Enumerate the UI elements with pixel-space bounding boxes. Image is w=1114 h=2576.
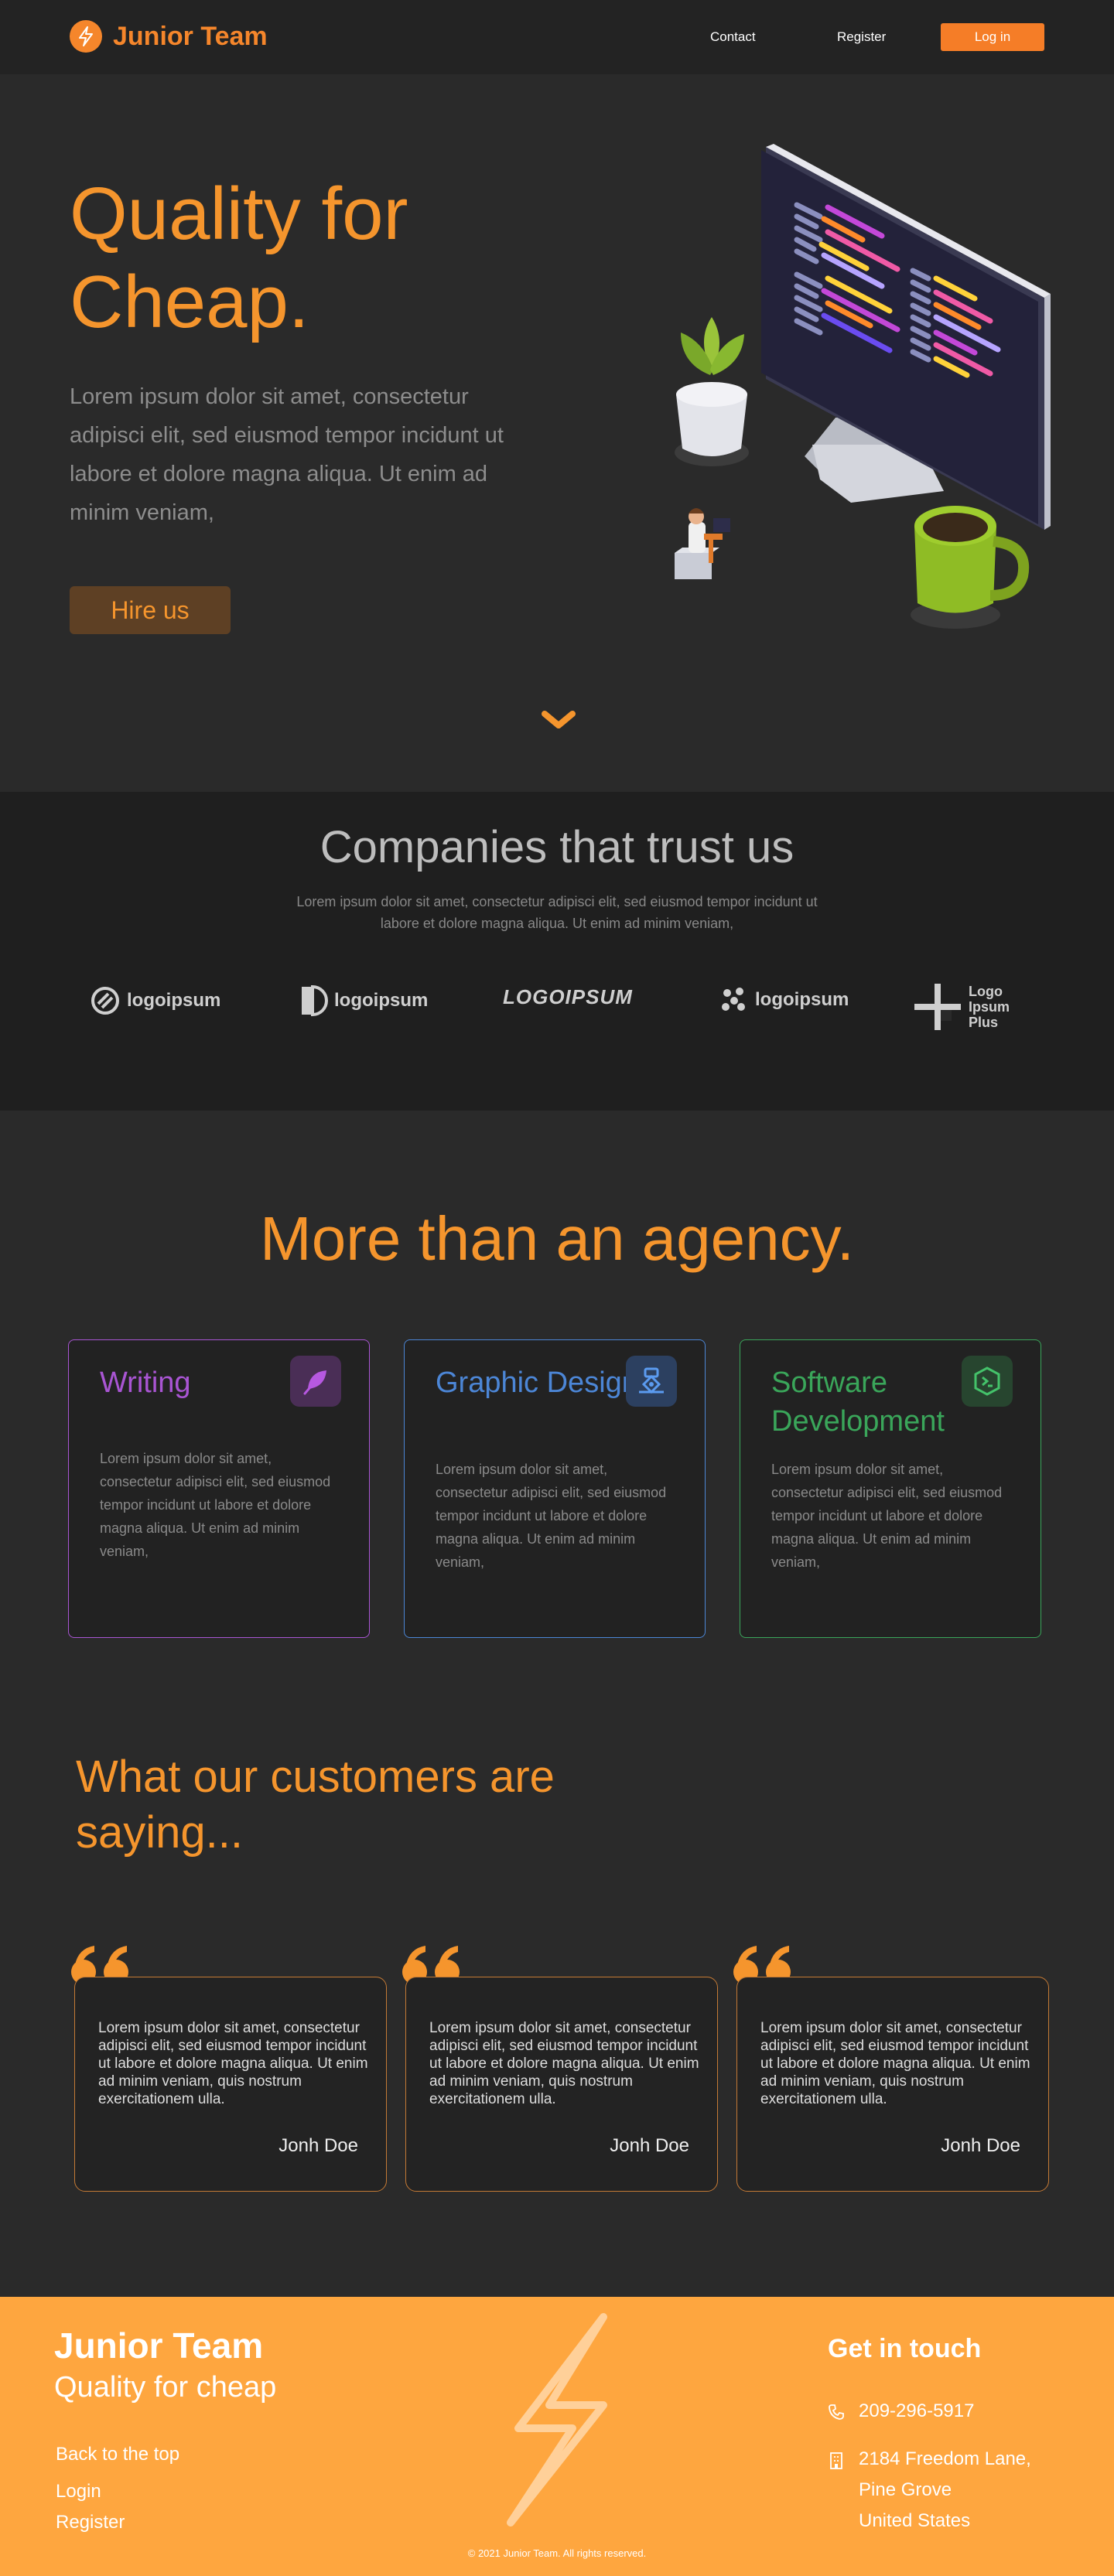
footer-address-line3: United States	[859, 2510, 971, 2531]
testimonial-text: Lorem ipsum dolor sit amet, consectetur …	[760, 2020, 1030, 2107]
service-card-title: Graphic Design	[436, 1366, 638, 1399]
agency-title: More than an agency.	[260, 1204, 854, 1273]
footer-address-line1: 2184 Freedom Lane,	[859, 2448, 1031, 2469]
brand-name: Junior Team	[113, 21, 268, 51]
login-button[interactable]: Log in	[941, 23, 1044, 51]
partner-logo-3-text: LOGOIPSUM	[503, 985, 633, 1008]
testimonials-title: What our customers are saying...	[76, 1752, 555, 1858]
pen-tool-icon	[626, 1356, 677, 1407]
testimonial-card: Lorem ipsum dolor sit amet, consectetur …	[74, 1977, 387, 2192]
hire-us-button[interactable]: Hire us	[70, 586, 231, 634]
scroll-down-chevron-icon[interactable]	[542, 710, 576, 734]
testimonial-author: Jonh Doe	[610, 2135, 689, 2156]
companies-section: Companies that trust us Lorem ipsum dolo…	[0, 792, 1114, 1111]
footer-tagline: Quality for cheap	[54, 2371, 277, 2404]
logoipsum-half-circle-icon	[302, 985, 328, 1016]
testimonial-card: Lorem ipsum dolor sit amet, consectetur …	[736, 1977, 1049, 2192]
footer-brand-name: Junior Team	[54, 2325, 264, 2366]
footer: Junior Team Quality for cheap Back to th…	[0, 2297, 1114, 2576]
logoipsum-circle-icon	[91, 987, 119, 1015]
footer-back-to-top-link[interactable]: Back to the top	[56, 2444, 179, 2465]
footer-register-link[interactable]: Register	[56, 2512, 125, 2533]
partner-logo-1-text: logoipsum	[127, 990, 221, 1011]
testimonial-text: Lorem ipsum dolor sit amet, consectetur …	[429, 2020, 699, 2107]
partner-logo-3: LOGOIPSUM	[503, 985, 633, 1009]
hero-title: Quality for Cheap.	[70, 170, 408, 346]
partner-logo-5: Logo Ipsum Plus	[913, 982, 1023, 1032]
top-navbar: Junior Team Contact Register Log in	[0, 0, 1114, 74]
hero-title-line1: Quality for	[70, 172, 408, 255]
footer-login-link[interactable]: Login	[56, 2481, 101, 2503]
partner-logo-1: logoipsum	[90, 985, 220, 1016]
lightning-icon	[70, 20, 102, 53]
footer-address: 2184 Freedom Lane, Pine Grove United Sta…	[859, 2444, 1031, 2537]
feather-icon	[290, 1356, 341, 1407]
service-card-graphic-design[interactable]: Graphic Design Lorem ipsum dolor sit ame…	[404, 1339, 706, 1638]
hero-title-line2: Cheap.	[70, 261, 309, 343]
service-card-text: Lorem ipsum dolor sit amet, consectetur …	[436, 1462, 667, 1570]
logoipsum-dots-icon	[722, 988, 745, 1011]
nav-contact-link[interactable]: Contact	[710, 29, 756, 45]
testimonial-card: Lorem ipsum dolor sit amet, consectetur …	[405, 1977, 718, 2192]
footer-phone[interactable]: 209-296-5917	[859, 2396, 974, 2427]
logo-ipsum-plus-icon	[914, 984, 961, 1030]
testimonial-text: Lorem ipsum dolor sit amet, consectetur …	[98, 2020, 368, 2107]
service-card-software-development[interactable]: Software Development Lorem ipsum dolor s…	[740, 1339, 1041, 1638]
developer-illustration	[675, 144, 1051, 629]
nav-register-link[interactable]: Register	[837, 29, 886, 45]
companies-description: Lorem ipsum dolor sit amet, consectetur …	[296, 894, 818, 931]
building-icon	[830, 2452, 842, 2469]
hero-description: Lorem ipsum dolor sit amet, consectetur …	[70, 384, 504, 525]
footer-address-line2: Pine Grove	[859, 2479, 952, 2500]
service-card-text: Lorem ipsum dolor sit amet, consectetur …	[771, 1462, 1003, 1570]
partner-logo-2-text: logoipsum	[334, 990, 429, 1011]
partner-logo-2: logoipsum	[300, 985, 428, 1016]
partner-logo-4: logoipsum	[719, 985, 849, 1015]
phone-icon	[829, 2404, 844, 2420]
partner-logo-5-text: Logo Ipsum Plus	[969, 984, 1010, 1030]
lightning-bolt-icon	[507, 2313, 607, 2527]
code-hexagon-icon	[962, 1356, 1013, 1407]
service-card-writing[interactable]: Writing Lorem ipsum dolor sit amet, cons…	[68, 1339, 370, 1638]
testimonial-author: Jonh Doe	[941, 2135, 1020, 2156]
footer-copyright: © 2021 Junior Team. All rights reserved.	[467, 2547, 647, 2559]
get-in-touch-title: Get in touch	[828, 2334, 982, 2363]
service-card-title: Writing	[100, 1366, 191, 1399]
service-card-text: Lorem ipsum dolor sit amet, consectetur …	[100, 1451, 331, 1559]
brand-logo[interactable]: Junior Team	[70, 20, 268, 53]
partner-logo-4-text: logoipsum	[755, 989, 849, 1010]
companies-title: Companies that trust us	[320, 822, 794, 872]
testimonial-author: Jonh Doe	[278, 2135, 358, 2156]
